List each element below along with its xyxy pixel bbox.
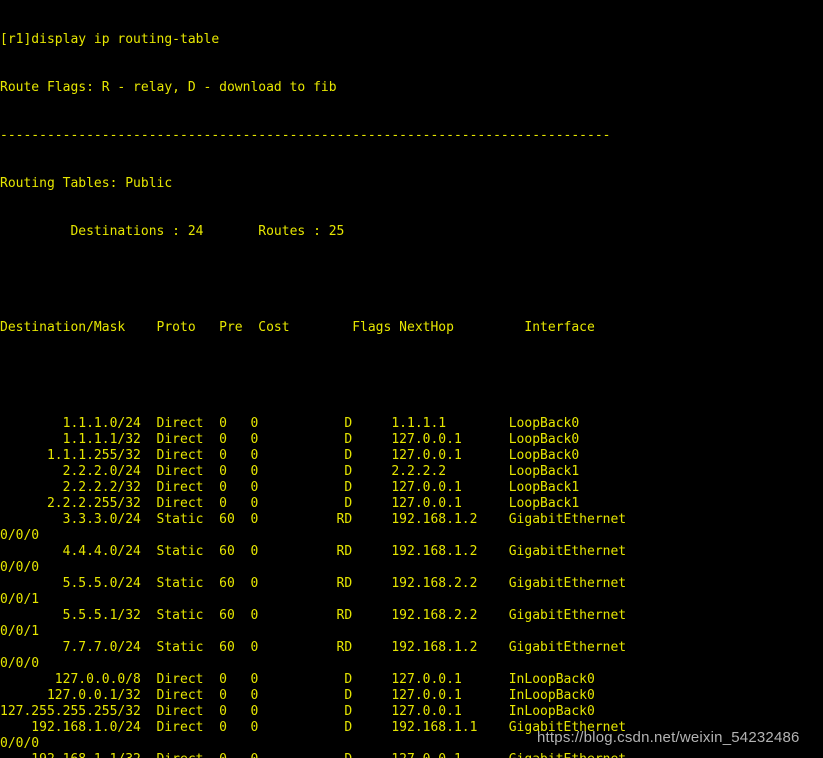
table-header-row: Destination/Mask Proto Pre Cost Flags Ne…: [0, 320, 595, 335]
table-row: 4.4.4.0/24 Static 60 0 RD 192.168.1.2 Gi…: [0, 544, 627, 559]
table-row: 1.1.1.1/32 Direct 0 0 D 127.0.0.1 LoopBa…: [0, 432, 580, 447]
table-row: 127.255.255.255/32 Direct 0 0 D 127.0.0.…: [0, 704, 595, 719]
cursor-partial-line: ..: [0, 752, 823, 758]
blank-line-1: [0, 272, 823, 288]
table-row: 2.2.2.0/24 Direct 0 0 D 2.2.2.2 LoopBack…: [0, 464, 580, 479]
route-table-body: 1.1.1.0/24 Direct 0 0 D 1.1.1.1 LoopBack…: [0, 416, 823, 758]
table-row-wrap: 0/0/1: [0, 592, 40, 607]
table-row: 2.2.2.2/32 Direct 0 0 D 127.0.0.1 LoopBa…: [0, 480, 580, 495]
table-row: 3.3.3.0/24 Static 60 0 RD 192.168.1.2 Gi…: [0, 512, 627, 527]
routing-tables-label: Routing Tables: Public: [0, 176, 173, 191]
table-row: 1.1.1.0/24 Direct 0 0 D 1.1.1.1 LoopBack…: [0, 416, 580, 431]
table-row-wrap: 0/0/0: [0, 528, 40, 543]
table-row: 5.5.5.0/24 Static 60 0 RD 192.168.2.2 Gi…: [0, 576, 627, 591]
table-row: 5.5.5.1/32 Static 60 0 RD 192.168.2.2 Gi…: [0, 608, 627, 623]
terminal-output[interactable]: [r1]display ip routing-table Route Flags…: [0, 0, 823, 758]
table-row: 127.0.0.1/32 Direct 0 0 D 127.0.0.1 InLo…: [0, 688, 595, 703]
route-summary-counts: Destinations : 24 Routes : 25: [0, 224, 345, 239]
table-row: 2.2.2.255/32 Direct 0 0 D 127.0.0.1 Loop…: [0, 496, 580, 511]
route-flags-legend: Route Flags: R - relay, D - download to …: [0, 80, 337, 95]
command-prompt-line: [r1]display ip routing-table: [0, 32, 220, 47]
table-row-wrap: 0/0/0: [0, 736, 40, 751]
table-row: 127.0.0.0/8 Direct 0 0 D 127.0.0.1 InLoo…: [0, 672, 595, 687]
table-row-wrap: 0/0/0: [0, 656, 40, 671]
table-row: 1.1.1.255/32 Direct 0 0 D 127.0.0.1 Loop…: [0, 448, 580, 463]
table-row-wrap: 0/0/0: [0, 560, 40, 575]
table-row-wrap: 0/0/1: [0, 624, 40, 639]
table-row: 7.7.7.0/24 Static 60 0 RD 192.168.1.2 Gi…: [0, 640, 627, 655]
separator-rule: ----------------------------------------…: [0, 128, 611, 143]
cursor-glyph: ..: [0, 752, 63, 758]
blank-line-2: [0, 368, 823, 384]
table-row: 192.168.1.0/24 Direct 0 0 D 192.168.1.1 …: [0, 720, 627, 735]
